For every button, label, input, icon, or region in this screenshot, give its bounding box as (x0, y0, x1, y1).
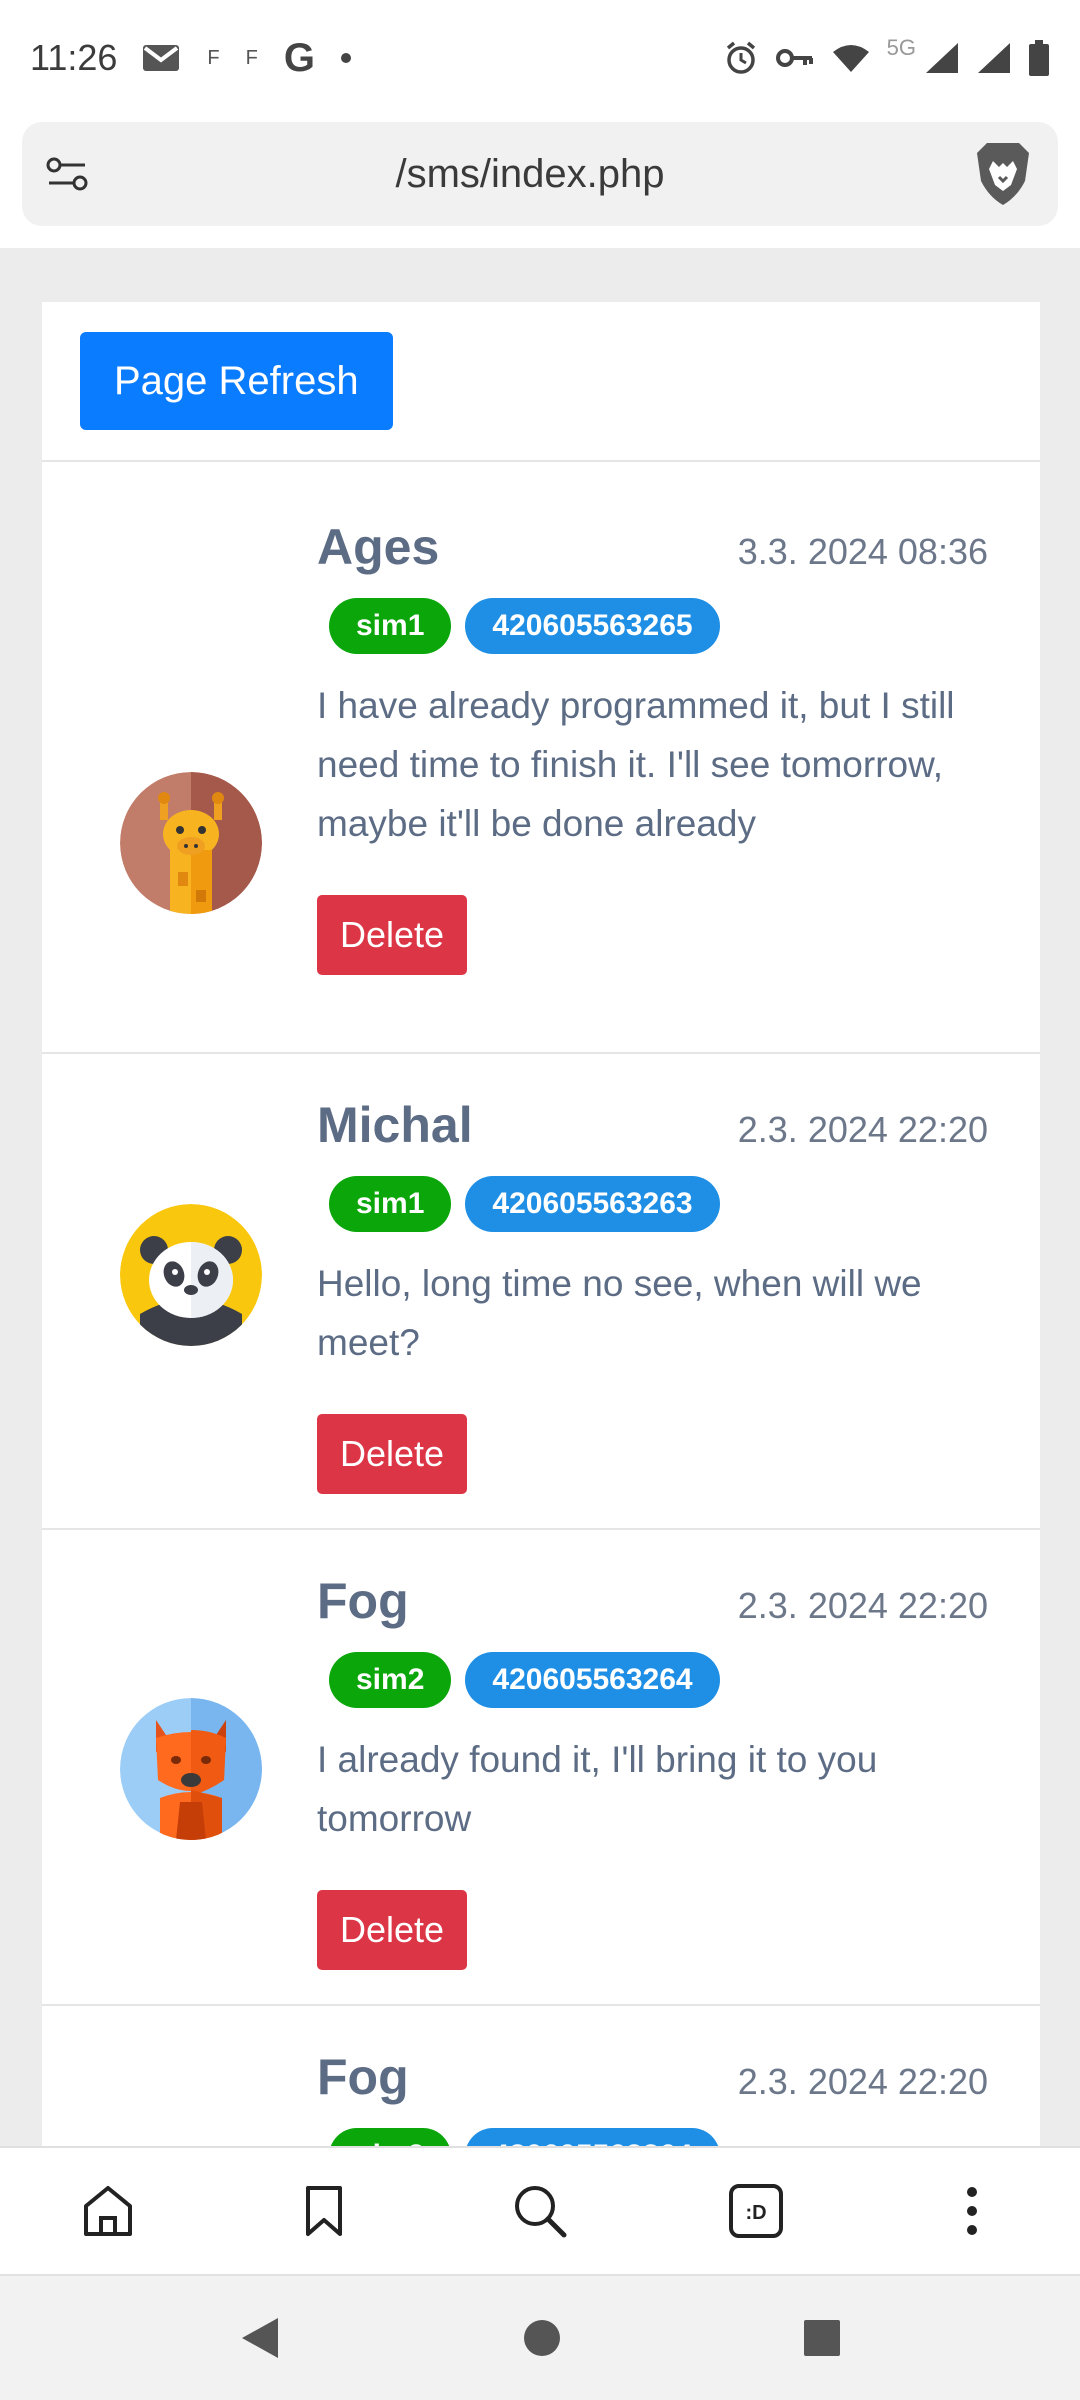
message-body: Ages 3.3. 2024 08:36 sim1 420605563265 I… (317, 518, 988, 975)
sim-badge: sim1 (329, 598, 452, 654)
sender-name: Fog (317, 1573, 409, 1629)
tabs-button[interactable]: :D (696, 2161, 816, 2261)
message-date: 3.3. 2024 08:36 (737, 531, 988, 572)
sim-badge: sim1 (329, 1176, 452, 1232)
sim-badge: sim2 (329, 2128, 452, 2146)
vpn-key-icon (775, 49, 813, 67)
phone-number-badge: 420605563263 (465, 1176, 720, 1232)
tabs-icon-label: :D (745, 2202, 766, 2224)
home-button[interactable] (48, 2161, 168, 2261)
signal-icon (978, 43, 1010, 73)
page-toolbar: Page Refresh (42, 302, 1040, 462)
message-date: 2.3. 2024 22:20 (737, 1109, 988, 1150)
page-content: Page Refresh Ages 3.3. 2024 08:36 sim1 4… (42, 302, 1040, 2146)
message-text: I already found it, I'll bring it to you… (317, 1739, 878, 1839)
dot-icon (340, 53, 351, 63)
alarm-icon (726, 41, 755, 74)
browser-toolbar: /sms/index.php (0, 116, 1080, 248)
tabs-icon: :D (729, 2184, 783, 2238)
message-list: Ages 3.3. 2024 08:36 sim1 420605563265 I… (42, 462, 1040, 2146)
back-icon[interactable] (238, 2314, 282, 2362)
panda-avatar (120, 1204, 262, 1346)
search-icon (515, 2186, 567, 2238)
battery-icon (1029, 40, 1049, 76)
message-text: Hello, long time no see, when will we me… (317, 1263, 922, 1363)
delete-button[interactable]: Delete (317, 1890, 468, 1970)
sender-name: Ages (317, 519, 440, 575)
system-status-icons: 5G (723, 35, 1050, 76)
fox-avatar (120, 1698, 262, 1840)
search-button[interactable] (480, 2161, 600, 2261)
sender-name: Michal (317, 1097, 473, 1153)
brave-shields-button[interactable] (948, 141, 1058, 207)
message-item: Fog 2.3. 2024 22:20 sim2 420605563264 I … (42, 1530, 1040, 2006)
google-icon: G (283, 35, 315, 80)
recents-icon[interactable] (802, 2318, 842, 2358)
sim-badge: sim2 (329, 1652, 452, 1708)
system-navigation-bar (0, 2274, 1080, 2400)
phone-number-badge: 420605563265 (465, 598, 720, 654)
notification-icons: F F G (141, 36, 351, 81)
network-type: 5G (886, 35, 916, 60)
home-circle-icon[interactable] (522, 2318, 562, 2358)
status-time: 11:26 (30, 37, 118, 78)
site-settings-icon (46, 157, 88, 191)
bookmark-icon (306, 2186, 342, 2236)
giraffe-avatar (120, 772, 262, 914)
message-body: Michal 2.3. 2024 22:20 sim1 420605563263… (317, 1096, 988, 1494)
url-text[interactable]: /sms/index.php (112, 152, 948, 197)
menu-icon (967, 2187, 977, 2235)
message-item: Fog 2.3. 2024 22:20 sim2 420605563264 (42, 2006, 1040, 2146)
message-body: Fog 2.3. 2024 22:20 sim2 420605563264 I … (317, 1572, 988, 1970)
bookmark-button[interactable] (264, 2161, 384, 2261)
f-icon: F (245, 46, 258, 69)
menu-button[interactable] (912, 2161, 1032, 2261)
delete-button[interactable]: Delete (317, 1414, 468, 1494)
page-refresh-button[interactable]: Page Refresh (80, 332, 393, 430)
phone-number-badge: 420605563264 (465, 2128, 720, 2146)
f-icon: F (207, 46, 220, 69)
message-body: Fog 2.3. 2024 22:20 sim2 420605563264 (317, 2048, 988, 2146)
address-bar[interactable]: /sms/index.php (22, 122, 1058, 226)
site-settings-button[interactable] (22, 154, 112, 194)
message-text: I have already programmed it, but I stil… (317, 685, 955, 844)
delete-button[interactable]: Delete (317, 895, 468, 975)
sender-name: Fog (317, 2049, 409, 2105)
home-icon (84, 2186, 132, 2236)
phone-number-badge: 420605563264 (465, 1652, 720, 1708)
message-date: 2.3. 2024 22:20 (737, 2061, 988, 2102)
message-item: Ages 3.3. 2024 08:36 sim1 420605563265 I… (42, 518, 1040, 1054)
browser-bottom-nav: :D (0, 2146, 1080, 2274)
message-item: Michal 2.3. 2024 22:20 sim1 420605563263… (42, 1054, 1040, 1530)
status-bar: 11:26 F F G 5G (0, 0, 1080, 116)
brave-lion-icon (977, 143, 1029, 205)
signal-icon (926, 43, 958, 73)
wifi-icon (832, 45, 869, 72)
gmail-icon (143, 45, 180, 71)
message-date: 2.3. 2024 22:20 (737, 1585, 988, 1626)
